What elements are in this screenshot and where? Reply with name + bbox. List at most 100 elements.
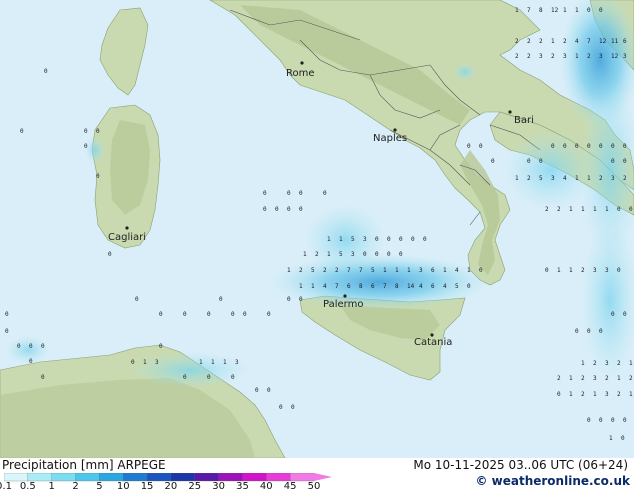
grid-value: 4 [563, 175, 567, 182]
grid-value: 2 [545, 206, 549, 213]
grid-value: 2 [605, 375, 609, 382]
scale-tick-label: 45 [283, 481, 297, 492]
grid-value: 1 [629, 391, 633, 398]
grid-value: 8 [539, 7, 543, 14]
grid-value: 0 [479, 267, 483, 274]
grid-value: 1 [587, 175, 591, 182]
city-label-catania[interactable]: Catania [414, 337, 452, 348]
grid-value: 0 [467, 283, 471, 290]
forecast-date: Mo 10-11-2025 03..06 UTC (06+24) [413, 458, 628, 472]
grid-zero-marker: 0 [29, 358, 33, 365]
grid-zero-marker: 0 [599, 328, 603, 335]
grid-zero-marker: 0 [291, 404, 295, 411]
grid-value: 0 [557, 391, 561, 398]
grid-value: 5 [371, 267, 375, 274]
grid-value: 1 [551, 38, 555, 45]
grid-zero-marker: 0 [599, 143, 603, 150]
grid-value: 1 [563, 7, 567, 14]
grid-value: 7 [527, 7, 531, 14]
grid-value: 2 [527, 53, 531, 60]
grid-value: 1 [569, 375, 573, 382]
grid-value: 3 [419, 267, 423, 274]
grid-value: 4 [443, 283, 447, 290]
grid-value: 2 [617, 360, 621, 367]
grid-value: 3 [351, 251, 355, 258]
grid-value: 1 [575, 175, 579, 182]
grid-value: 1 [339, 236, 343, 243]
scale-tick-label: 15 [140, 481, 154, 492]
grid-zero-marker: 0 [299, 190, 303, 197]
grid-zero-marker: 0 [623, 158, 627, 165]
grid-value: 0 [587, 7, 591, 14]
grid-value: 1 [311, 283, 315, 290]
grid-value: 12 [599, 38, 607, 45]
map-panel[interactable]: 1 7 8 12 1 1 0 0 2 2 2 1 2 4 7 12 11 6 2 2 3 2 3 1 2 3 12 3 1 1 5 3 0 0 0 0… [0, 0, 634, 458]
grid-value: 6 [431, 283, 435, 290]
grid-value: 2 [587, 53, 591, 60]
grid-value: 1 [617, 375, 621, 382]
legend-panel: Precipitation [mm] ARPEGE Mo 10-11-2025 … [0, 458, 634, 492]
grid-value: 0 [387, 236, 391, 243]
grid-zero-marker: 0 [17, 343, 21, 350]
scale-tick-label: 20 [164, 481, 178, 492]
grid-value: 4 [575, 38, 579, 45]
grid-value: 1 [515, 175, 519, 182]
grid-value: 2 [599, 175, 603, 182]
scale-tick-label: 35 [236, 481, 249, 492]
grid-value: 7 [383, 283, 387, 290]
city-label-naples[interactable]: Naples [373, 133, 407, 144]
grid-zero-marker: 0 [231, 374, 235, 381]
grid-value: 2 [551, 53, 555, 60]
grid-zero-marker: 0 [231, 311, 235, 318]
grid-zero-marker: 0 [587, 417, 591, 424]
grid-value: 0 [363, 251, 367, 258]
grid-zero-marker: 0 [279, 404, 283, 411]
grid-value: 2 [299, 267, 303, 274]
grid-value: 1 [223, 359, 227, 366]
city-dot-bari [508, 110, 512, 114]
grid-value: 1 [327, 236, 331, 243]
grid-zero-marker: 0 [323, 190, 327, 197]
grid-zero-marker: 0 [575, 328, 579, 335]
grid-value: 7 [347, 267, 351, 274]
grid-zero-marker: 0 [84, 143, 88, 150]
grid-zero-marker: 0 [159, 343, 163, 350]
grid-zero-marker: 0 [299, 296, 303, 303]
grid-value: 14 [407, 283, 415, 290]
grid-zero-marker: 0 [539, 158, 543, 165]
grid-zero-marker: 0 [491, 158, 495, 165]
grid-value: 3 [605, 267, 609, 274]
city-label-rome[interactable]: Rome [286, 68, 315, 79]
scale-swatch [170, 473, 196, 482]
grid-zero-marker: 0 [611, 143, 615, 150]
grid-value: 1 [299, 283, 303, 290]
grid-value: 2 [335, 267, 339, 274]
grid-value: 0 [375, 251, 379, 258]
grid-value: 1 [395, 267, 399, 274]
grid-value: 0 [387, 251, 391, 258]
map-canvas[interactable]: 1 7 8 12 1 1 0 02 2 2 1 2 4 7 12 11 62 2 3 2 3 1 2 3 12 31 1 5 3 0 0 0 0… [0, 0, 634, 458]
grid-value: 4 [419, 283, 423, 290]
grid-value: 3 [593, 267, 597, 274]
scale-swatch [51, 473, 77, 482]
grid-zero-marker: 0 [287, 206, 291, 213]
grid-value: 2 [515, 53, 519, 60]
city-dot-rome [300, 61, 304, 65]
grid-zero-marker: 0 [467, 143, 471, 150]
grid-value: 1 [303, 251, 307, 258]
grid-value: 0 [545, 267, 549, 274]
grid-zero-marker: 0 [96, 173, 100, 180]
credit-link[interactable]: © weatheronline.co.uk [475, 474, 630, 488]
scale-tick-label: 25 [188, 481, 202, 492]
grid-zero-marker: 0 [159, 311, 163, 318]
grid-value: 0 [617, 206, 621, 213]
city-label-cagliari[interactable]: Cagliari [108, 232, 146, 243]
city-label-bari[interactable]: Bari [514, 115, 534, 126]
grid-zero-marker: 0 [44, 68, 48, 75]
city-label-palermo[interactable]: Palermo [323, 299, 363, 310]
grid-value: 8 [395, 283, 399, 290]
grid-value: 6 [371, 283, 375, 290]
grid-value: 0 [399, 251, 403, 258]
grid-value: 1 [581, 206, 585, 213]
grid-value: 0 [617, 267, 621, 274]
